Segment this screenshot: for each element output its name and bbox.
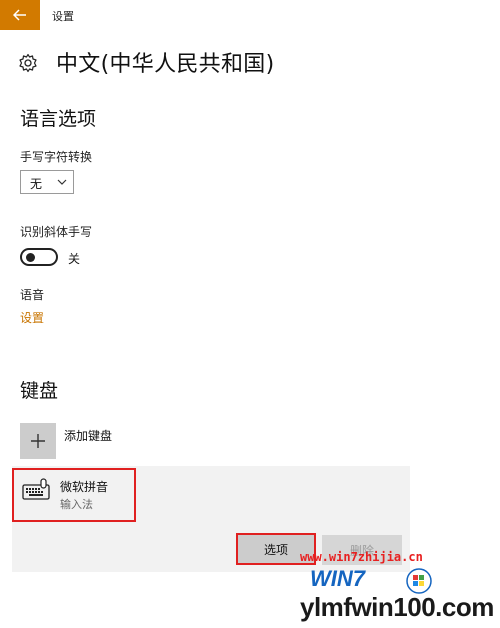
- add-keyboard-button[interactable]: [20, 423, 56, 459]
- keyboard-icon: [22, 478, 50, 500]
- handwriting-conversion-dropdown[interactable]: 无: [20, 170, 74, 194]
- page-title: 中文(中华人民共和国): [56, 52, 275, 77]
- speech-label: 语音: [20, 288, 45, 302]
- watermark-url: www.win7zhijia.cn: [300, 550, 423, 564]
- italic-handwriting-label: 识别斜体手写: [20, 225, 93, 239]
- handwriting-conversion-label: 手写字符转换: [20, 150, 93, 164]
- watermark-logo-text: WIN7: [310, 566, 365, 591]
- dropdown-value: 无: [30, 177, 43, 191]
- keyboard-item-subtitle: 输入法: [60, 498, 93, 511]
- plus-icon: [31, 434, 45, 448]
- toggle-state-text: 关: [68, 252, 81, 266]
- keyboard-heading: 键盘: [20, 380, 59, 402]
- add-keyboard-label[interactable]: 添加键盘: [64, 427, 112, 444]
- window-title: 设置: [52, 10, 74, 23]
- toggle-knob: [26, 253, 35, 262]
- language-options-heading: 语言选项: [20, 108, 97, 130]
- windows-logo-icon: [406, 568, 432, 594]
- speech-settings-link[interactable]: 设置: [20, 309, 44, 326]
- watermark-site: ylmfwin100.com: [300, 592, 494, 622]
- italic-handwriting-toggle[interactable]: [20, 248, 58, 266]
- gear-icon: [19, 53, 37, 73]
- chevron-down-icon: [57, 179, 67, 185]
- keyboard-item-name: 微软拼音: [60, 480, 109, 494]
- back-arrow-icon: [13, 9, 26, 21]
- back-button[interactable]: [0, 0, 40, 30]
- title-bar: [0, 0, 500, 30]
